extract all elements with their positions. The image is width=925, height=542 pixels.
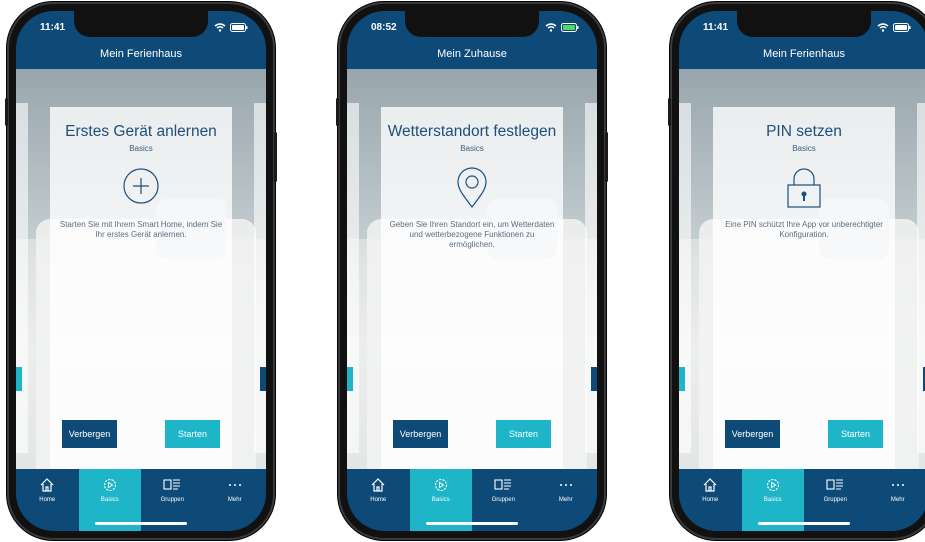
tab-label: Mehr: [558, 497, 573, 503]
nav-title: Mein Zuhause: [437, 48, 507, 60]
tab-home[interactable]: Home: [347, 469, 410, 531]
battery-icon: [893, 23, 911, 32]
start-button[interactable]: Starten: [496, 420, 551, 448]
wifi-icon: [214, 23, 226, 32]
prev-card-button-peek[interactable]: [16, 367, 22, 391]
card-subtitle: Basics: [792, 144, 816, 153]
nav-title: Mein Ferienhaus: [763, 48, 845, 60]
next-card-peek[interactable]: [585, 103, 597, 453]
prev-card-peek[interactable]: [16, 103, 28, 453]
padlock-icon: [785, 167, 823, 214]
tab-label: Basics: [100, 497, 119, 503]
more-dots-icon: [227, 477, 243, 498]
next-card-peek[interactable]: [917, 103, 925, 453]
status-time: 11:41: [40, 22, 66, 33]
prev-card-button-peek[interactable]: [679, 367, 685, 391]
tab-mehr[interactable]: Mehr: [867, 469, 925, 531]
basics-gear-icon: [102, 477, 118, 498]
phone-frame-1: 11:41 Mein Ferienhaus Erstes Gerät anler…: [5, 2, 277, 540]
plus-circle-icon: [122, 167, 160, 210]
wifi-icon: [545, 23, 557, 32]
card-subtitle: Basics: [460, 144, 484, 153]
app-screen-2: 08:52 Mein Zuhause Wetterstandort festle…: [347, 11, 597, 531]
basics-card: PIN setzen Basics Eine PIN schützt Ihre …: [713, 107, 895, 487]
tab-label: Gruppen: [160, 497, 184, 503]
nav-title: Mein Ferienhaus: [100, 48, 182, 60]
basics-card: Erstes Gerät anlernen Basics Starten Sie…: [50, 107, 232, 487]
battery-icon: [230, 23, 248, 32]
hide-button[interactable]: Verbergen: [393, 420, 448, 448]
card-title: Wetterstandort festlegen: [387, 123, 557, 140]
prev-card-peek[interactable]: [347, 103, 359, 453]
tab-home[interactable]: Home: [679, 469, 742, 531]
basics-gear-icon: [433, 477, 449, 498]
tab-label: Basics: [431, 497, 450, 503]
more-dots-icon: [558, 477, 574, 498]
card-subtitle: Basics: [129, 144, 153, 153]
basics-gear-icon: [765, 477, 781, 498]
tab-label: Mehr: [227, 497, 242, 503]
hide-button[interactable]: Verbergen: [62, 420, 117, 448]
home-indicator[interactable]: [95, 522, 187, 525]
basics-card: Wetterstandort festlegen Basics Geben Si…: [381, 107, 563, 487]
tab-label: Basics: [763, 497, 782, 503]
wifi-icon: [877, 23, 889, 32]
status-icons: [877, 23, 911, 32]
status-time: 11:41: [703, 22, 729, 33]
tab-label: Gruppen: [491, 497, 515, 503]
next-card-button-peek[interactable]: [591, 367, 597, 391]
notch: [74, 11, 208, 37]
prev-card-peek[interactable]: [679, 103, 691, 453]
tab-mehr[interactable]: Mehr: [204, 469, 267, 531]
phone-frame-3: 11:41 Mein Ferienhaus PIN setzen Basics …: [668, 2, 925, 540]
prev-card-button-peek[interactable]: [347, 367, 353, 391]
location-pin-icon: [455, 167, 489, 214]
start-button[interactable]: Starten: [165, 420, 220, 448]
tab-label: Home: [702, 497, 719, 503]
start-button[interactable]: Starten: [828, 420, 883, 448]
next-card-peek[interactable]: [254, 103, 266, 453]
hide-button[interactable]: Verbergen: [725, 420, 780, 448]
next-card-button-peek[interactable]: [260, 367, 266, 391]
tab-label: Home: [39, 497, 56, 503]
more-dots-icon: [890, 477, 906, 498]
house-icon: [39, 477, 55, 498]
home-indicator[interactable]: [426, 522, 518, 525]
house-icon: [702, 477, 718, 498]
home-indicator[interactable]: [758, 522, 850, 525]
app-screen-3: 11:41 Mein Ferienhaus PIN setzen Basics …: [679, 11, 925, 531]
card-title: PIN setzen: [766, 123, 842, 140]
groups-icon: [826, 477, 844, 498]
tab-label: Gruppen: [823, 497, 847, 503]
notch: [405, 11, 539, 37]
card-description: Geben Sie Ihren Standort ein, um Wetterd…: [389, 220, 555, 249]
notch: [737, 11, 871, 37]
house-icon: [370, 477, 386, 498]
tab-mehr[interactable]: Mehr: [535, 469, 598, 531]
tab-label: Home: [370, 497, 387, 503]
status-icons: [545, 23, 579, 32]
phone-frame-2: 08:52 Mein Zuhause Wetterstandort festle…: [336, 2, 608, 540]
groups-icon: [163, 477, 181, 498]
tab-label: Mehr: [890, 497, 905, 503]
groups-icon: [494, 477, 512, 498]
card-title: Erstes Gerät anlernen: [65, 123, 217, 140]
battery-icon: [561, 23, 579, 32]
card-description: Starten Sie mit Ihrem Smart Home, indem …: [59, 220, 223, 239]
card-description: Eine PIN schützt Ihre App vor unberechti…: [725, 220, 883, 239]
tab-home[interactable]: Home: [16, 469, 79, 531]
status-time: 08:52: [371, 22, 397, 33]
status-icons: [214, 23, 248, 32]
app-screen-1: 11:41 Mein Ferienhaus Erstes Gerät anler…: [16, 11, 266, 531]
